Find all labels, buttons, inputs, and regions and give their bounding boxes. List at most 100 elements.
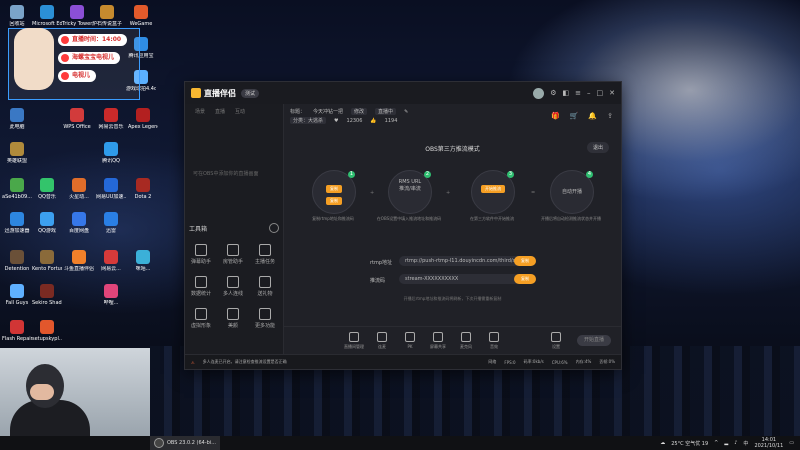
tab-scene[interactable]: 场景 bbox=[195, 108, 205, 115]
title-label: 标题： bbox=[290, 109, 306, 115]
network-icon[interactable]: ▂ bbox=[724, 440, 728, 446]
desktop-icon-flashrepair[interactable]: Flash Repair bbox=[2, 320, 32, 342]
tool-beauty[interactable]: 美颜 bbox=[217, 308, 249, 329]
share-icon[interactable]: ⇪ bbox=[607, 112, 613, 120]
desktop-icon-tricky[interactable]: Tricky Towers bbox=[62, 5, 92, 27]
tool-gift[interactable]: 送礼物 bbox=[249, 276, 281, 297]
bottom-tool-screen[interactable]: 屏幕共享 bbox=[424, 332, 452, 350]
taskbar-obs[interactable]: OBS 23.0.2 (64-bi... bbox=[150, 436, 220, 450]
clock[interactable]: 14:01 2021/10/11 bbox=[754, 437, 783, 449]
bottom-tool-mic[interactable]: 麦克风 bbox=[452, 332, 480, 350]
copy-rtmp-button[interactable]: 复制 bbox=[514, 256, 536, 266]
game-icon bbox=[40, 250, 54, 264]
volume-icon[interactable]: ♪ bbox=[734, 440, 737, 446]
dota-icon bbox=[136, 178, 150, 192]
weather-text[interactable]: 25°C 空气优 19 bbox=[671, 440, 708, 447]
warning-icon: ⚠ bbox=[191, 359, 195, 365]
bottom-toolbar: 直播间管理 连麦 PK 屏幕共享 麦克风 音效 设置 开始直播 bbox=[284, 326, 621, 355]
desktop-icon-hearthstone[interactable]: 炉石传说盒子 bbox=[92, 5, 122, 27]
bottom-tool-pk[interactable]: PK bbox=[396, 332, 424, 349]
qq-icon bbox=[104, 142, 118, 156]
step-4-desc: 开播后将自动检测推流状态并开播 bbox=[541, 216, 601, 221]
notification-icon[interactable]: ▭ bbox=[789, 440, 794, 446]
plus-3: = bbox=[531, 190, 536, 196]
desktop-icon-douyu[interactable]: 斗鱼直播伴侣 bbox=[64, 250, 94, 272]
computer-icon bbox=[10, 108, 24, 122]
desktop-icon-wps[interactable]: WPS Office bbox=[62, 108, 92, 130]
desktop-icon-qqmusic[interactable]: QQ音乐 bbox=[32, 178, 62, 200]
desktop-icon-dota[interactable]: Dota 2 bbox=[128, 178, 158, 200]
settings-icon[interactable]: ⚙ bbox=[550, 89, 556, 97]
desktop-icon-163[interactable]: 网易云... bbox=[96, 250, 126, 272]
menu-icon[interactable]: ≡ bbox=[575, 89, 581, 97]
step-3-desc: 在第三方软件中开始推流 bbox=[470, 216, 514, 221]
desktop-icon-xunyou[interactable]: 迅游加速器 bbox=[2, 212, 32, 234]
tab-interact[interactable]: 互动 bbox=[235, 108, 245, 115]
desktop-icon-wegame[interactable]: WeGame bbox=[126, 5, 156, 27]
speaker-icon bbox=[489, 332, 499, 342]
bottom-tool-room[interactable]: 直播间管理 bbox=[340, 332, 368, 350]
desktop-icon-qqgame[interactable]: QQ游戏 bbox=[32, 212, 62, 234]
desktop-icon-edge[interactable]: Microsoft Edge bbox=[32, 5, 62, 27]
minimize-icon[interactable]: – bbox=[587, 89, 591, 97]
close-icon[interactable]: ✕ bbox=[609, 89, 615, 97]
chart-icon bbox=[195, 276, 207, 288]
bottom-tool-settings[interactable]: 设置 bbox=[542, 332, 570, 350]
tool-multi[interactable]: 多人连线 bbox=[217, 276, 249, 297]
desktop-icon-a5e[interactable]: aSe41b09... bbox=[2, 178, 32, 200]
bottom-tool-mic-link[interactable]: 连麦 bbox=[368, 332, 396, 350]
app-icon bbox=[104, 178, 118, 192]
tool-avatar[interactable]: 虚拟形象 bbox=[185, 308, 217, 329]
desktop-icon-setup[interactable]: setupskypl... bbox=[32, 320, 62, 342]
desktop-icon-kenshi[interactable]: Kento Fortune ... bbox=[32, 250, 62, 272]
qq-game-icon bbox=[40, 212, 54, 226]
desktop-icon-qq[interactable]: 腾讯QQ bbox=[96, 142, 126, 164]
start-live-button[interactable]: 开始直播 bbox=[577, 335, 611, 346]
desktop-icon-bili[interactable]: 哔哩... bbox=[96, 284, 126, 306]
desktop-icon-lol[interactable]: 英雄联盟 bbox=[2, 142, 32, 164]
edit-title-button[interactable]: 修改 bbox=[351, 108, 368, 115]
tool-danmu[interactable]: 弹幕助手 bbox=[185, 244, 217, 265]
status-drop: 丢帧:0% bbox=[599, 359, 615, 364]
desktop-icon-xunlei[interactable]: 迅雷 bbox=[96, 212, 126, 234]
desktop-icon-sekiro[interactable]: Sekiro Shadow... bbox=[32, 284, 62, 306]
user-avatar[interactable] bbox=[533, 87, 545, 99]
desktop-icon-uu[interactable]: 网易UU加速... bbox=[96, 178, 126, 200]
exit-button[interactable]: 退出 bbox=[586, 142, 609, 153]
bottom-tool-sound[interactable]: 音效 bbox=[480, 332, 508, 350]
tools-settings-icon[interactable] bbox=[269, 223, 279, 233]
desktop-icon-huoxing[interactable]: 火星动... bbox=[64, 178, 94, 200]
desktop-icon-detention[interactable]: Detention bbox=[2, 250, 32, 272]
copy-key-button[interactable]: 复制 bbox=[514, 274, 536, 284]
bell-icon[interactable]: 🔔 bbox=[588, 112, 597, 120]
live-status: 直播中 bbox=[375, 108, 397, 115]
ime-icon[interactable]: 中 bbox=[743, 440, 748, 447]
tool-task[interactable]: 主播任务 bbox=[249, 244, 281, 265]
gift-icon[interactable]: 🎁 bbox=[551, 112, 560, 120]
shop-icon[interactable]: 🛒 bbox=[570, 112, 579, 120]
maximize-icon[interactable]: □ bbox=[597, 89, 604, 97]
stream-key-field[interactable]: stream-XXXXXXXXXX 复制 bbox=[399, 274, 536, 284]
title-bar: 直播伴侣 测试 ⚙ ◧ ≡ – □ ✕ bbox=[185, 82, 621, 104]
wegame-icon bbox=[134, 5, 148, 19]
desktop-icon-netease[interactable]: 网易云音乐 bbox=[96, 108, 126, 130]
tab-live[interactable]: 直播 bbox=[215, 108, 225, 115]
user-icon bbox=[227, 244, 239, 256]
tool-more[interactable]: 更多功能 bbox=[249, 308, 281, 329]
desktop-icon-apex[interactable]: Apex Legends bbox=[128, 108, 158, 130]
tool-stats[interactable]: 数据统计 bbox=[185, 276, 217, 297]
title-value: 今天冲钻一把 bbox=[313, 109, 344, 115]
tool-admin[interactable]: 房管助手 bbox=[217, 244, 249, 265]
download-icon bbox=[104, 212, 118, 226]
desktop-icon-migu[interactable]: 咪咕... bbox=[128, 250, 158, 272]
beta-badge: 测试 bbox=[241, 88, 260, 98]
tray-arrow-icon[interactable]: ^ bbox=[714, 440, 718, 446]
category-chip[interactable]: 分类：大逃杀 bbox=[290, 117, 327, 124]
edit-pen-icon[interactable]: ✎ bbox=[404, 109, 408, 115]
desktop-icon-baidu[interactable]: 百度网盘 bbox=[64, 212, 94, 234]
desktop-icon-recycle[interactable]: 回收站 bbox=[2, 5, 32, 27]
desktop-icon-fallguys[interactable]: Fall Guys bbox=[2, 284, 32, 306]
rtmp-field[interactable]: rtmp://push-rtmp-l11.douyincdn.com/third… bbox=[399, 256, 536, 266]
desktop-icon-pc[interactable]: 此电脑 bbox=[2, 108, 32, 130]
skin-icon[interactable]: ◧ bbox=[563, 89, 570, 97]
